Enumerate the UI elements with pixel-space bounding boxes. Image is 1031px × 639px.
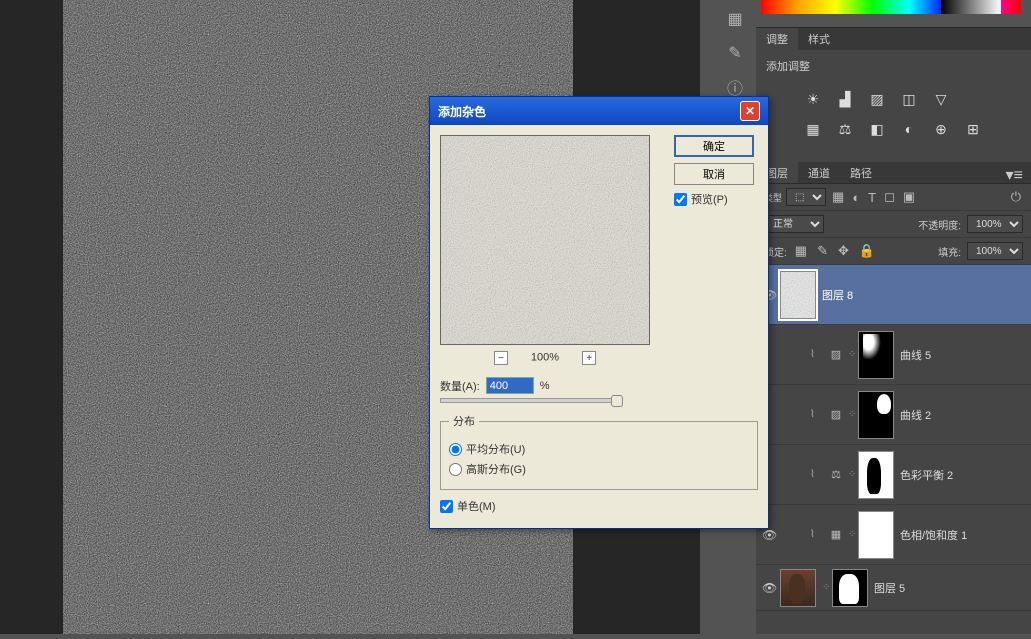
layer-mask-thumb[interactable] — [858, 391, 894, 439]
preview-image[interactable] — [440, 135, 650, 345]
mask-link-icon: ⁘ — [848, 469, 858, 480]
zoom-out-button[interactable]: − — [494, 351, 508, 365]
color-spectrum[interactable] — [761, 0, 1021, 14]
brush-icon[interactable]: ✎ — [720, 38, 750, 68]
layer-item[interactable]: 👁 ⌇ ▦ ⁘ 色相/饱和度 1 — [756, 505, 1031, 565]
distribution-legend: 分布 — [449, 413, 479, 429]
swatches-icon[interactable]: ▦ — [720, 4, 750, 34]
layer-mask-thumb[interactable] — [858, 451, 894, 499]
curves-adjust-icon[interactable]: ▨ — [826, 347, 846, 363]
hue-sat-icon[interactable]: ▦ — [804, 120, 822, 138]
tab-paths[interactable]: 路径 — [840, 162, 882, 183]
hue-sat-adjust-icon[interactable]: ▦ — [826, 527, 846, 543]
curves-icon[interactable]: ▨ — [868, 90, 886, 108]
tab-styles[interactable]: 样式 — [798, 28, 840, 50]
layer-filter-kind[interactable]: ⬚ — [786, 188, 826, 206]
layer-name[interactable]: 色相/饱和度 1 — [900, 527, 967, 543]
uniform-radio[interactable] — [449, 443, 462, 456]
bw-icon[interactable]: ◧ — [868, 120, 886, 138]
opacity-value[interactable]: 100% — [967, 215, 1023, 233]
cancel-button[interactable]: 取消 — [674, 163, 754, 185]
brightness-contrast-icon[interactable]: ☀ — [804, 90, 822, 108]
dialog-title-text: 添加杂色 — [438, 103, 486, 120]
levels-icon[interactable]: ▟ — [836, 90, 854, 108]
tab-channels[interactable]: 通道 — [798, 162, 840, 183]
zoom-in-button[interactable]: + — [582, 351, 596, 365]
add-adjustment-label: 添加调整 — [756, 50, 1031, 82]
uniform-label: 平均分布(U) — [466, 441, 525, 457]
link-icon: ⌇ — [810, 349, 824, 360]
photo-filter-icon[interactable]: ◐ — [900, 120, 918, 138]
lock-trans-icon[interactable]: ▦ — [793, 243, 809, 259]
link-icon: ⌇ — [810, 529, 824, 540]
visibility-toggle[interactable]: 👁 — [762, 528, 780, 542]
layer-item[interactable]: ⌇ ▨ ⁘ 曲线 5 — [756, 325, 1031, 385]
amount-slider[interactable] — [440, 398, 620, 403]
opacity-label: 不透明度: — [918, 217, 961, 232]
color-lookup-icon[interactable]: ⊞ — [964, 120, 982, 138]
lock-pixel-icon[interactable]: ✎ — [815, 243, 830, 259]
layer-item[interactable]: 👁 图层 8 — [756, 265, 1031, 325]
link-icon: ⌇ — [810, 469, 824, 480]
layer-name[interactable]: 图层 5 — [874, 580, 905, 596]
layer-name[interactable]: 曲线 2 — [900, 407, 931, 423]
filter-type-icon[interactable]: T — [866, 190, 878, 205]
layer-name[interactable]: 色彩平衡 2 — [900, 467, 953, 483]
lock-pos-icon[interactable]: ✥ — [836, 243, 851, 259]
amount-unit: % — [540, 380, 550, 392]
layer-mask-thumb[interactable] — [858, 331, 894, 379]
layer-mask-thumb[interactable] — [832, 569, 868, 607]
layer-item[interactable]: ⌇ ⚖ ⁘ 色彩平衡 2 — [756, 445, 1031, 505]
filter-pixel-icon[interactable]: ▦ — [830, 189, 846, 205]
channel-mixer-icon[interactable]: ⊕ — [932, 120, 950, 138]
gaussian-label: 高斯分布(G) — [466, 461, 526, 477]
mask-link-icon: ⁘ — [848, 409, 858, 420]
lock-all-icon[interactable]: 🔒 — [857, 243, 877, 259]
visibility-toggle[interactable]: 👁 — [762, 581, 780, 595]
vibrance-icon[interactable]: ▽ — [932, 90, 950, 108]
filter-adjust-icon[interactable]: ◐ — [850, 190, 862, 205]
curves-adjust-icon[interactable]: ▨ — [826, 407, 846, 423]
layer-name[interactable]: 曲线 5 — [900, 347, 931, 363]
fill-value[interactable]: 100% — [967, 242, 1023, 260]
layer-item[interactable]: 👁 ⁘ 图层 5 — [756, 565, 1031, 611]
tab-adjustments[interactable]: 调整 — [756, 28, 798, 50]
amount-input[interactable] — [486, 377, 534, 394]
mask-link-icon: ⁘ — [848, 349, 858, 360]
layer-mask-thumb[interactable] — [858, 511, 894, 559]
layer-thumb[interactable] — [780, 569, 816, 607]
blend-mode-select[interactable]: 正常 — [764, 215, 824, 233]
zoom-level: 100% — [531, 352, 559, 364]
preview-checkbox-label[interactable]: 预览(P) — [674, 191, 756, 207]
layer-name[interactable]: 图层 8 — [822, 287, 853, 303]
gaussian-radio[interactable] — [449, 463, 462, 476]
panel-menu-icon[interactable]: ▾≡ — [998, 162, 1031, 183]
preview-checkbox[interactable] — [674, 193, 687, 206]
monochrome-checkbox[interactable] — [440, 500, 453, 513]
layer-thumb[interactable] — [780, 271, 816, 319]
filter-toggle-icon[interactable]: ⏻ — [1009, 189, 1023, 205]
fill-label: 填充: — [938, 244, 961, 259]
add-noise-dialog: 添加杂色 ✕ 确定 取消 预览(P) − 100% + 数量(A): % 分布 — [429, 96, 769, 529]
exposure-icon[interactable]: ◫ — [900, 90, 918, 108]
color-balance-adjust-icon[interactable]: ⚖ — [826, 467, 846, 483]
filter-smart-icon[interactable]: ▣ — [901, 189, 917, 205]
layer-item[interactable]: ⌇ ▨ ⁘ 曲线 2 — [756, 385, 1031, 445]
amount-label: 数量(A): — [440, 378, 480, 394]
color-balance-icon[interactable]: ⚖ — [836, 120, 854, 138]
mask-link-icon: ⁘ — [848, 529, 858, 540]
close-button[interactable]: ✕ — [740, 101, 760, 121]
monochrome-label: 单色(M) — [457, 498, 496, 514]
link-icon: ⌇ — [810, 409, 824, 420]
filter-shape-icon[interactable]: ◻ — [882, 189, 897, 205]
slider-knob[interactable] — [611, 395, 623, 407]
mask-link-icon: ⁘ — [822, 582, 832, 593]
dialog-titlebar[interactable]: 添加杂色 ✕ — [430, 97, 768, 125]
ok-button[interactable]: 确定 — [674, 135, 754, 157]
